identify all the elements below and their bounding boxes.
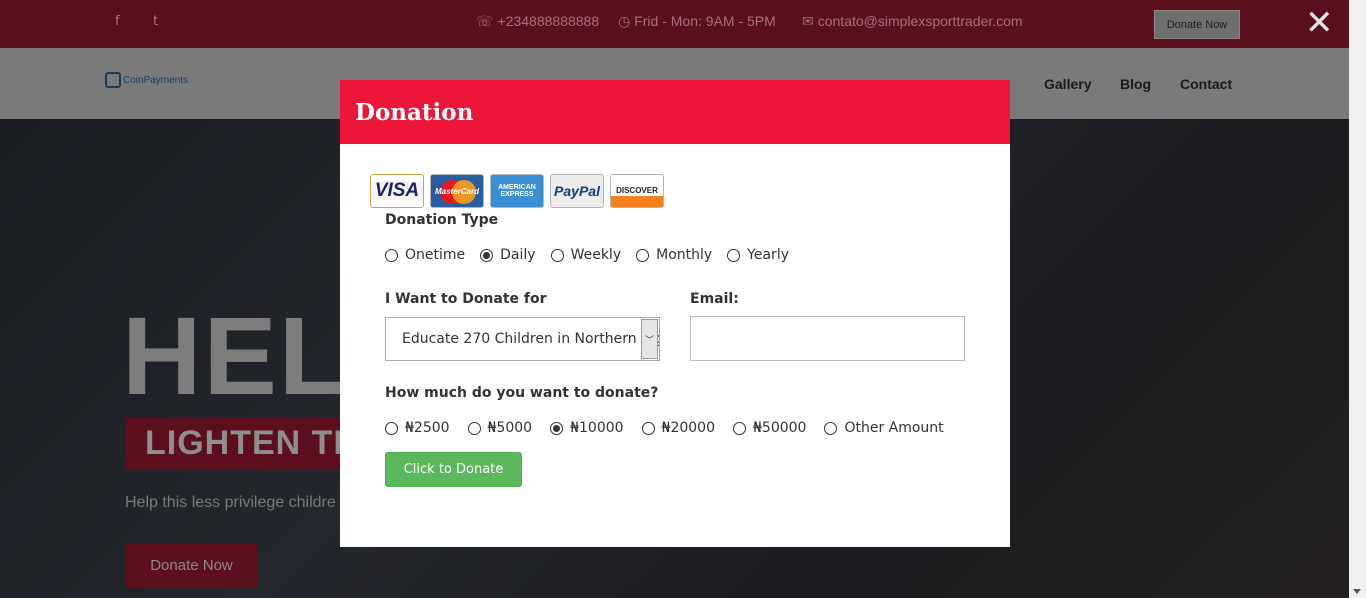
radio-amount-10000-circle[interactable] (550, 421, 564, 435)
nav-item-blog[interactable]: Blog (1120, 76, 1151, 92)
hero-donate-button[interactable]: Donate Now (125, 543, 258, 588)
twitter-icon[interactable]: t (153, 14, 158, 29)
radio-amount-2500-label: ₦2500 (405, 420, 450, 436)
amount-label: How much do you want to donate? (385, 385, 659, 401)
radio-amount-20000-label: ₦20000 (661, 420, 715, 436)
radio-amount-2500[interactable]: ₦2500 (385, 420, 450, 436)
radio-amount-50000-circle[interactable] (733, 421, 746, 435)
donate-for-value: Educate 270 Children in Northern Nigeria (402, 331, 659, 347)
donate-for-label: I Want to Donate for (385, 291, 547, 307)
radio-amount-other-circle[interactable] (824, 421, 838, 435)
radio-monthly[interactable]: Monthly (636, 247, 712, 263)
page-scrollbar[interactable] (1349, 0, 1366, 598)
clock-icon: ◷ (618, 13, 631, 29)
hero-headline: HEL (122, 295, 348, 418)
radio-amount-10000[interactable]: ₦10000 (550, 420, 624, 436)
discover-icon: DISCOVER (610, 174, 664, 208)
email-field[interactable] (690, 316, 965, 361)
radio-amount-5000-circle[interactable] (467, 421, 481, 435)
radio-amount-other-label: Other Amount (844, 420, 944, 436)
logo[interactable]: CoinPayments (105, 72, 188, 88)
email-info[interactable]: ✉ contato@simplexsporttrader.com (802, 13, 1023, 30)
radio-amount-10000-label: ₦10000 (570, 420, 624, 436)
hours-info: ◷ Frid - Mon: 9AM - 5PM (618, 13, 776, 30)
radio-amount-50000[interactable]: ₦50000 (733, 420, 806, 436)
coinpayments-icon (105, 72, 121, 88)
payment-cards: VISA MasterCard AMERICAN EXPRESS PayPal … (370, 174, 664, 208)
top-bar: f t ☏ +234888888888 ◷ Frid - Mon: 9AM - 5P… (0, 0, 1349, 48)
chevron-down-icon[interactable]: ﹀ (641, 319, 658, 359)
radio-amount-other[interactable]: Other Amount (824, 420, 944, 436)
radio-amount-2500-circle[interactable] (385, 421, 398, 435)
top-donate-button[interactable]: Donate Now (1154, 10, 1240, 39)
amex-icon: AMERICAN EXPRESS (490, 174, 544, 208)
close-icon[interactable]: ✕ (1305, 6, 1334, 40)
donate-for-select[interactable]: Educate 270 Children in Northern Nigeria… (385, 317, 660, 361)
radio-onetime-circle[interactable] (385, 248, 398, 262)
radio-weekly[interactable]: Weekly (550, 247, 622, 263)
facebook-icon[interactable]: f (115, 14, 120, 29)
phone-icon: ☏ (476, 13, 494, 29)
radio-monthly-label: Monthly (656, 247, 713, 263)
donation-type-label: Donation Type (385, 212, 499, 228)
donation-modal: Donation VISA MasterCard AMERICAN EXPRES… (340, 80, 1010, 547)
email-label: Email: (690, 291, 739, 307)
radio-amount-5000-label: ₦5000 (487, 420, 533, 436)
hero-subtext: Help this less privilege childre (125, 494, 336, 511)
radio-daily-circle[interactable] (480, 248, 494, 262)
paypal-icon: PayPal (550, 174, 604, 208)
logo-text: CoinPayments (123, 74, 189, 86)
radio-amount-20000[interactable]: ₦20000 (641, 420, 715, 436)
radio-onetime[interactable]: Onetime (385, 247, 465, 263)
radio-daily[interactable]: Daily (480, 247, 536, 263)
phone-text: +234888888888 (497, 13, 600, 29)
radio-daily-label: Daily (500, 247, 536, 263)
modal-header: Donation (340, 80, 1010, 144)
radio-yearly-circle[interactable] (727, 248, 741, 262)
email-text[interactable]: contato@simplexsporttrader.com (818, 13, 1023, 29)
radio-amount-5000[interactable]: ₦5000 (467, 420, 533, 436)
phone-info: ☏ +234888888888 (476, 13, 599, 30)
nav-item-gallery[interactable]: Gallery (1044, 76, 1091, 92)
scroll-down-icon[interactable] (1353, 589, 1361, 594)
nav-item-contact[interactable]: Contact (1180, 76, 1232, 92)
modal-title: Donation (355, 98, 474, 126)
radio-amount-20000-circle[interactable] (641, 421, 655, 435)
radio-yearly-label: Yearly (747, 247, 789, 263)
visa-icon: VISA (370, 174, 424, 208)
donation-type-group: Onetime Daily Weekly Monthly Yearly (385, 247, 789, 263)
radio-yearly[interactable]: Yearly (727, 247, 789, 263)
amount-group: ₦2500 ₦5000 ₦10000 ₦20000 ₦50000 Other A… (385, 420, 944, 436)
radio-onetime-label: Onetime (405, 247, 466, 263)
mastercard-icon: MasterCard (430, 174, 484, 208)
hours-text: Frid - Mon: 9AM - 5PM (634, 13, 776, 29)
radio-weekly-label: Weekly (570, 247, 622, 263)
radio-monthly-circle[interactable] (636, 248, 650, 262)
radio-weekly-circle[interactable] (550, 248, 564, 262)
envelope-icon: ✉ (802, 13, 814, 29)
hero-ribbon-text: LIGHTEN TH (145, 424, 359, 462)
click-to-donate-button[interactable]: Click to Donate (385, 452, 522, 487)
mastercard-text: MasterCard (434, 186, 479, 196)
radio-amount-50000-label: ₦50000 (753, 420, 807, 436)
